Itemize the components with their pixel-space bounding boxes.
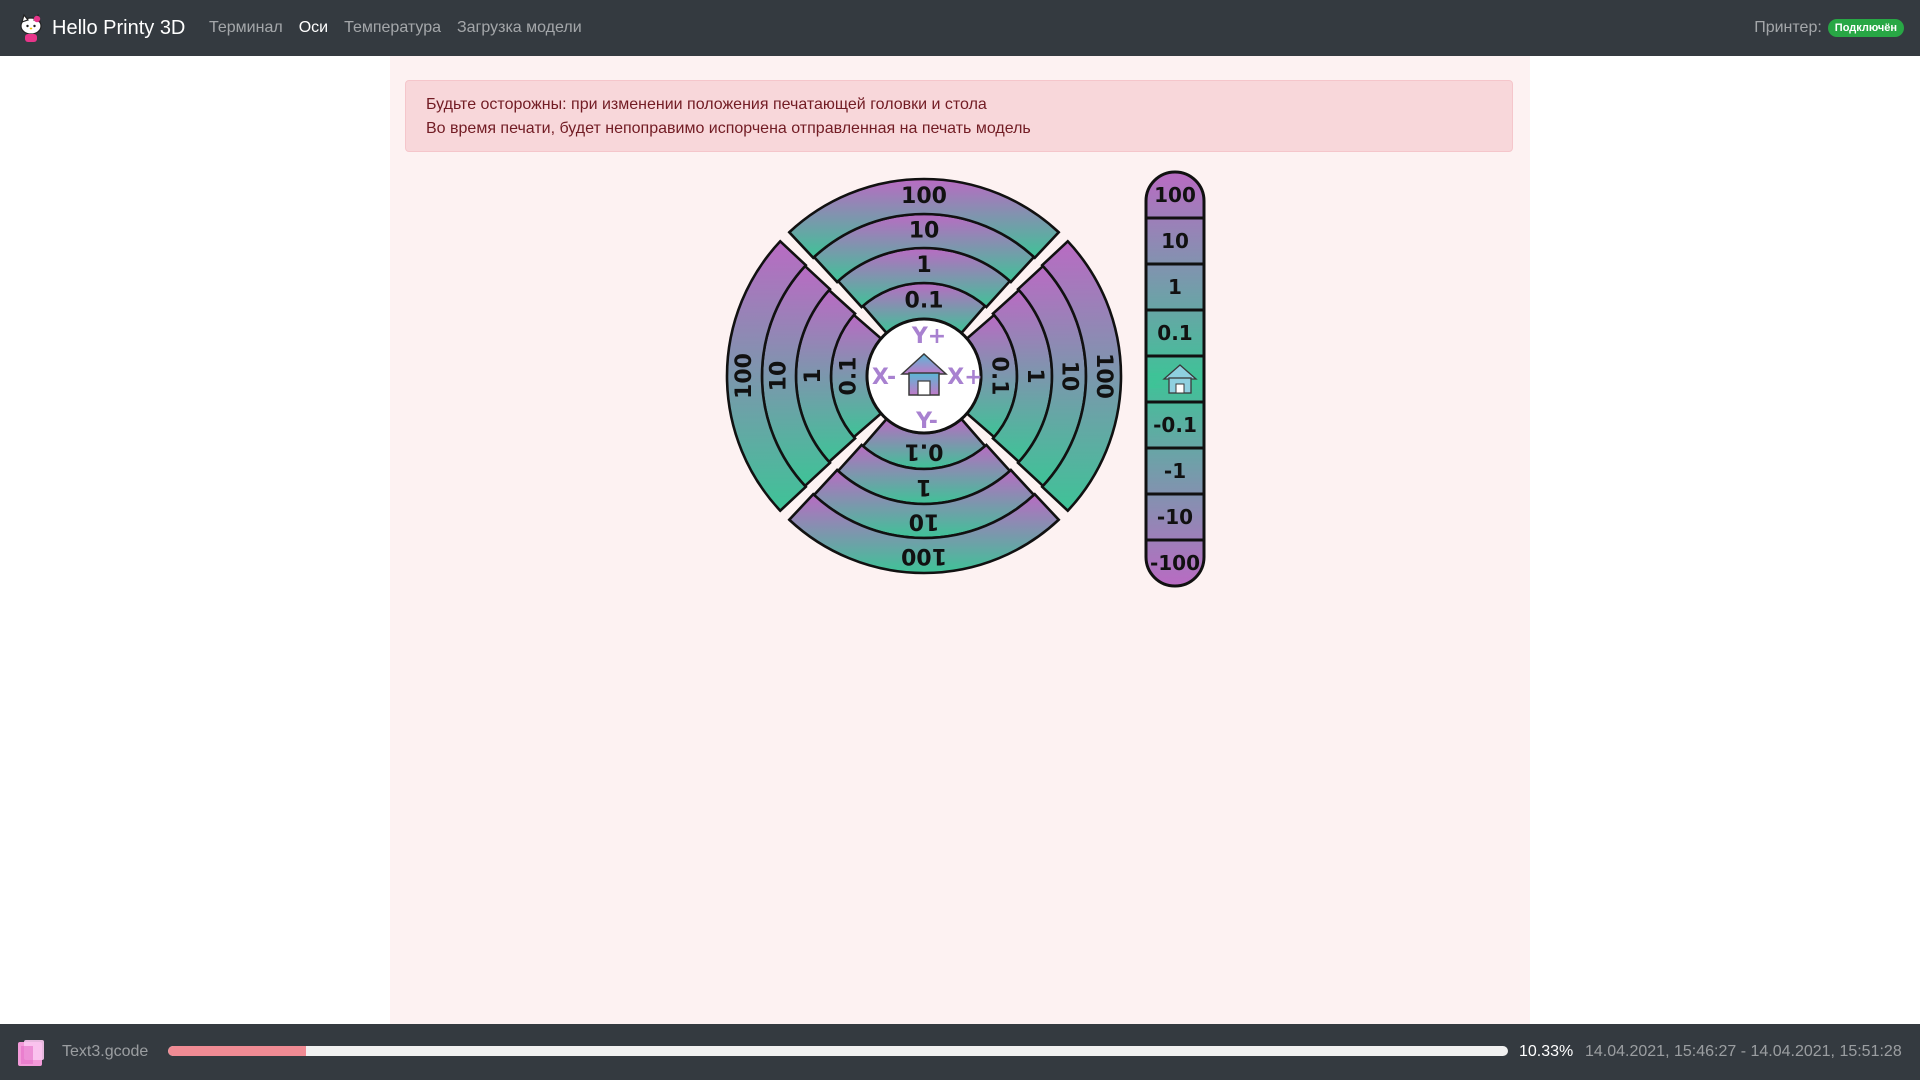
z-step-label: 1	[1168, 275, 1182, 299]
brand-title: Hello Printy 3D	[52, 16, 186, 39]
z-step-label: 0.1	[1157, 321, 1192, 345]
y-minus-step-label: 1	[916, 474, 931, 499]
y-plus-step-label: 1	[916, 253, 931, 278]
main-content: Будьте осторожны: при изменении положени…	[390, 56, 1530, 1024]
z-step-label: -0.1	[1153, 413, 1197, 437]
printer-label: Принтер:	[1754, 19, 1822, 36]
nav-link-model-upload[interactable]: Загрузка модели	[457, 19, 582, 37]
y-plus-label: Y+	[911, 324, 946, 349]
x-plus-step-label: 10	[1057, 361, 1082, 392]
alert-line-2: Во время печати, будет непоправимо испор…	[426, 120, 1031, 137]
print-status-bar: Text3.gcode 10.33% 14.04.2021, 15:46:27 …	[0, 1024, 1920, 1080]
nav-link-axes[interactable]: Оси	[299, 19, 328, 37]
alert-line-1: Будьте осторожны: при изменении положени…	[426, 96, 987, 113]
x-plus-label: X+	[947, 365, 982, 390]
hello-kitty-logo-icon	[20, 13, 42, 42]
x-plus-step-label: 0.1	[987, 357, 1012, 396]
print-filename: Text3.gcode	[62, 1043, 149, 1060]
progress-percent: 10.33%	[1519, 1043, 1574, 1060]
x-minus-step-label: 100	[732, 353, 757, 399]
z-step-label: -100	[1150, 551, 1200, 575]
warning-alert: Будьте осторожны: при изменении положени…	[405, 80, 1513, 152]
y-plus-step-label: 10	[909, 219, 940, 244]
x-minus-step-label: 10	[767, 361, 792, 392]
y-minus-label: Y-	[915, 409, 938, 434]
z-step-label: -10	[1157, 505, 1193, 529]
top-navbar: Hello Printy 3D Терминал Оси Температура…	[0, 0, 1920, 56]
z-axis-label: Z	[1149, 369, 1164, 393]
x-minus-step-label: 1	[801, 368, 826, 383]
x-plus-step-label: 1	[1022, 368, 1047, 383]
print-progress-bar	[168, 1046, 1508, 1056]
z-step-label: 100	[1154, 183, 1196, 207]
y-minus-step-label: 0.1	[905, 439, 944, 464]
x-minus-label: X-	[872, 365, 896, 390]
y-minus-step-label: 100	[901, 543, 947, 568]
y-plus-step-label: 0.1	[905, 289, 944, 314]
print-progress-fill	[168, 1046, 307, 1056]
print-time-range: 14.04.2021, 15:46:27 - 14.04.2021, 15:51…	[1585, 1043, 1902, 1060]
z-jog-bar: 100 10 1 0.1 -0.1 -1 -10 -100 Z	[1144, 170, 1206, 588]
x-plus-step-label: 100	[1091, 353, 1116, 399]
y-minus-step-label: 10	[909, 509, 940, 534]
nav-link-temperature[interactable]: Температура	[344, 19, 441, 37]
status-badge: Подключён	[1827, 19, 1904, 37]
xy-jog-wheel: 0.11101000.1 1 10 1000.11101000.1110100 Y+ …	[725, 177, 1123, 575]
z-step-label: 10	[1161, 229, 1189, 253]
z-step-label: -1	[1164, 459, 1186, 483]
y-plus-step-label: 100	[901, 184, 947, 209]
nav-link-terminal[interactable]: Терминал	[209, 19, 283, 37]
printer-status: Принтер: Подключён	[1754, 0, 1904, 56]
cube-icon	[18, 1040, 44, 1066]
x-minus-step-label: 0.1	[837, 357, 862, 396]
nav-links: Терминал Оси Температура Загрузка модели	[209, 0, 598, 56]
brand[interactable]: Hello Printy 3D	[18, 0, 185, 56]
